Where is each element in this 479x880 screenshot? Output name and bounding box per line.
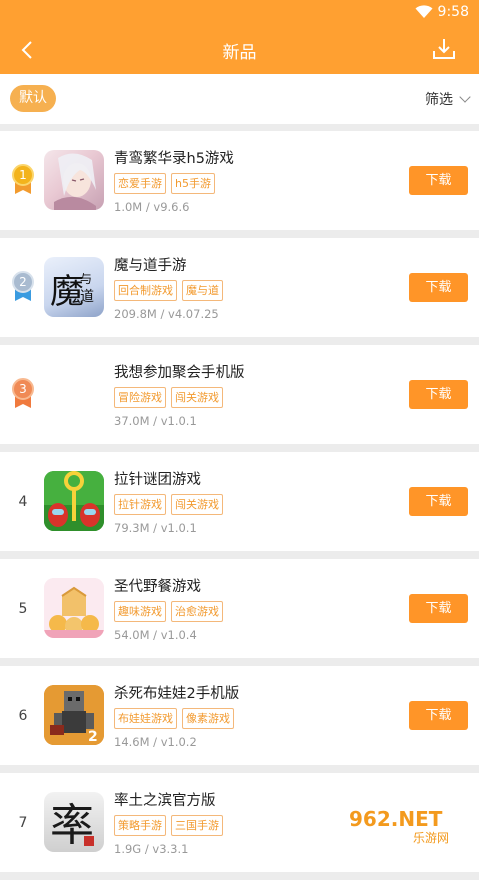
pin-puzzle-icon bbox=[44, 471, 104, 531]
calligraphy-character-icon: 率 bbox=[44, 792, 104, 852]
app-meta: 54.0M / v1.0.4 bbox=[114, 628, 197, 642]
download-button[interactable]: 下载 bbox=[409, 487, 468, 516]
app-meta: 14.6M / v1.0.2 bbox=[114, 735, 197, 749]
app-name: 青鸾繁华录h5游戏 bbox=[114, 147, 234, 168]
watermark-brand: 962.NET bbox=[349, 807, 443, 831]
app-meta: 1.9G / v3.3.1 bbox=[114, 842, 188, 856]
filter-dropdown[interactable]: 筛选 bbox=[425, 89, 469, 109]
app-tag[interactable]: 趣味游戏 bbox=[114, 601, 166, 622]
app-tags: 拉针游戏 闯关游戏 bbox=[114, 494, 223, 515]
download-icon[interactable] bbox=[431, 36, 457, 62]
app-tag[interactable]: 恋爱手游 bbox=[114, 173, 166, 194]
app-icon: 率 bbox=[44, 792, 104, 852]
download-button[interactable]: 下载 bbox=[409, 594, 468, 623]
app-name: 圣代野餐游戏 bbox=[114, 575, 201, 596]
rank-number: 4 bbox=[8, 485, 38, 519]
watermark-logo: 962.NET 乐游网 bbox=[341, 802, 473, 846]
svg-text:魔: 魔 bbox=[50, 272, 84, 312]
app-tag[interactable]: 策略手游 bbox=[114, 815, 166, 836]
list-item[interactable]: 6 2 杀死布娃娃2手机版 布娃娃游戏 像素游戏 14.6M / v1.0.2 … bbox=[0, 666, 479, 765]
app-tag[interactable]: 三国手游 bbox=[171, 815, 223, 836]
app-icon: 2 bbox=[44, 685, 104, 745]
app-name: 我想参加聚会手机版 bbox=[114, 361, 245, 382]
download-button[interactable]: 下载 bbox=[409, 166, 468, 195]
filter-bar: 默认 筛选 bbox=[0, 74, 479, 124]
rank-number: 7 bbox=[8, 806, 38, 840]
app-icon bbox=[44, 578, 104, 638]
rank-medal-silver: 2 bbox=[8, 271, 38, 305]
app-tag[interactable]: 闯关游戏 bbox=[171, 387, 223, 408]
calligraphy-logo-icon: 魔 与 道 bbox=[44, 257, 104, 317]
app-name: 率土之滨官方版 bbox=[114, 789, 216, 810]
list-item[interactable]: 3 我想参加聚会手机版 冒险游戏 闯关游戏 37.0M / v1.0.1 下载 bbox=[0, 345, 479, 444]
app-meta: 37.0M / v1.0.1 bbox=[114, 414, 197, 428]
rank-medal-bronze: 3 bbox=[8, 378, 38, 412]
sort-default-chip[interactable]: 默认 bbox=[10, 85, 56, 112]
download-button[interactable]: 下载 bbox=[409, 701, 468, 730]
app-tag[interactable]: 闯关游戏 bbox=[171, 494, 223, 515]
medal-icon: 2 bbox=[12, 271, 34, 293]
app-tag[interactable]: 魔与道 bbox=[182, 280, 223, 301]
list-item[interactable]: 4 拉针谜团游戏 拉针游戏 闯关游戏 79.3M / v1.0.1 下载 bbox=[0, 452, 479, 551]
app-tag[interactable]: 拉针游戏 bbox=[114, 494, 166, 515]
svg-text:与: 与 bbox=[80, 272, 92, 286]
app-tags: 冒险游戏 闯关游戏 bbox=[114, 387, 223, 408]
download-button[interactable]: 下载 bbox=[409, 380, 468, 409]
app-name: 杀死布娃娃2手机版 bbox=[114, 682, 239, 703]
ragdoll-pixel-icon: 2 bbox=[44, 685, 104, 745]
chevron-down-icon bbox=[459, 91, 470, 102]
status-bar: 9:58 bbox=[0, 0, 479, 24]
app-tags: 趣味游戏 治愈游戏 bbox=[114, 601, 223, 622]
medal-icon: 3 bbox=[12, 378, 34, 400]
watermark-sub: 乐游网 bbox=[413, 831, 449, 845]
app-icon bbox=[44, 150, 104, 210]
list-item[interactable]: 1 青鸾繁华录h5游戏 恋爱手游 h5手游 1.0M / v9.6.6 下载 bbox=[0, 131, 479, 230]
app-meta: 1.0M / v9.6.6 bbox=[114, 200, 189, 214]
svg-text:2: 2 bbox=[88, 729, 98, 745]
anime-portrait-icon bbox=[44, 150, 104, 210]
app-tags: 布娃娃游戏 像素游戏 bbox=[114, 708, 234, 729]
app-tag[interactable]: 像素游戏 bbox=[182, 708, 234, 729]
rank-medal-gold: 1 bbox=[8, 164, 38, 198]
app-meta: 209.8M / v4.07.25 bbox=[114, 307, 219, 321]
app-tag[interactable]: 冒险游戏 bbox=[114, 387, 166, 408]
app-tag[interactable]: h5手游 bbox=[171, 173, 215, 194]
filter-label: 筛选 bbox=[425, 92, 453, 108]
list-item[interactable]: 2 魔 与 道 魔与道手游 回合制游戏 魔与道 209.8M / v4.07.2… bbox=[0, 238, 479, 337]
svg-text:道: 道 bbox=[80, 289, 94, 305]
app-name: 拉针谜团游戏 bbox=[114, 468, 201, 489]
app-icon bbox=[44, 471, 104, 531]
picnic-basket-icon bbox=[44, 578, 104, 638]
rank-number: 5 bbox=[8, 592, 38, 626]
list-item[interactable]: 5 圣代野餐游戏 趣味游戏 治愈游戏 54.0M / v1.0.4 下载 bbox=[0, 559, 479, 658]
app-name: 魔与道手游 bbox=[114, 254, 187, 275]
medal-icon: 1 bbox=[12, 164, 34, 186]
app-bar: 新品 bbox=[0, 24, 479, 74]
wifi-icon bbox=[415, 5, 433, 19]
app-tags: 策略手游 三国手游 bbox=[114, 815, 223, 836]
app-list: 1 青鸾繁华录h5游戏 恋爱手游 h5手游 1.0M / v9.6.6 下载 2… bbox=[0, 131, 479, 880]
app-tag[interactable]: 布娃娃游戏 bbox=[114, 708, 177, 729]
app-tags: 恋爱手游 h5手游 bbox=[114, 173, 215, 194]
app-tag[interactable]: 治愈游戏 bbox=[171, 601, 223, 622]
app-icon: 魔 与 道 bbox=[44, 257, 104, 317]
rank-number: 6 bbox=[8, 699, 38, 733]
status-time: 9:58 bbox=[438, 4, 469, 20]
app-tags: 回合制游戏 魔与道 bbox=[114, 280, 223, 301]
download-button[interactable]: 下载 bbox=[409, 273, 468, 302]
app-meta: 79.3M / v1.0.1 bbox=[114, 521, 197, 535]
app-tag[interactable]: 回合制游戏 bbox=[114, 280, 177, 301]
page-title: 新品 bbox=[0, 38, 479, 63]
